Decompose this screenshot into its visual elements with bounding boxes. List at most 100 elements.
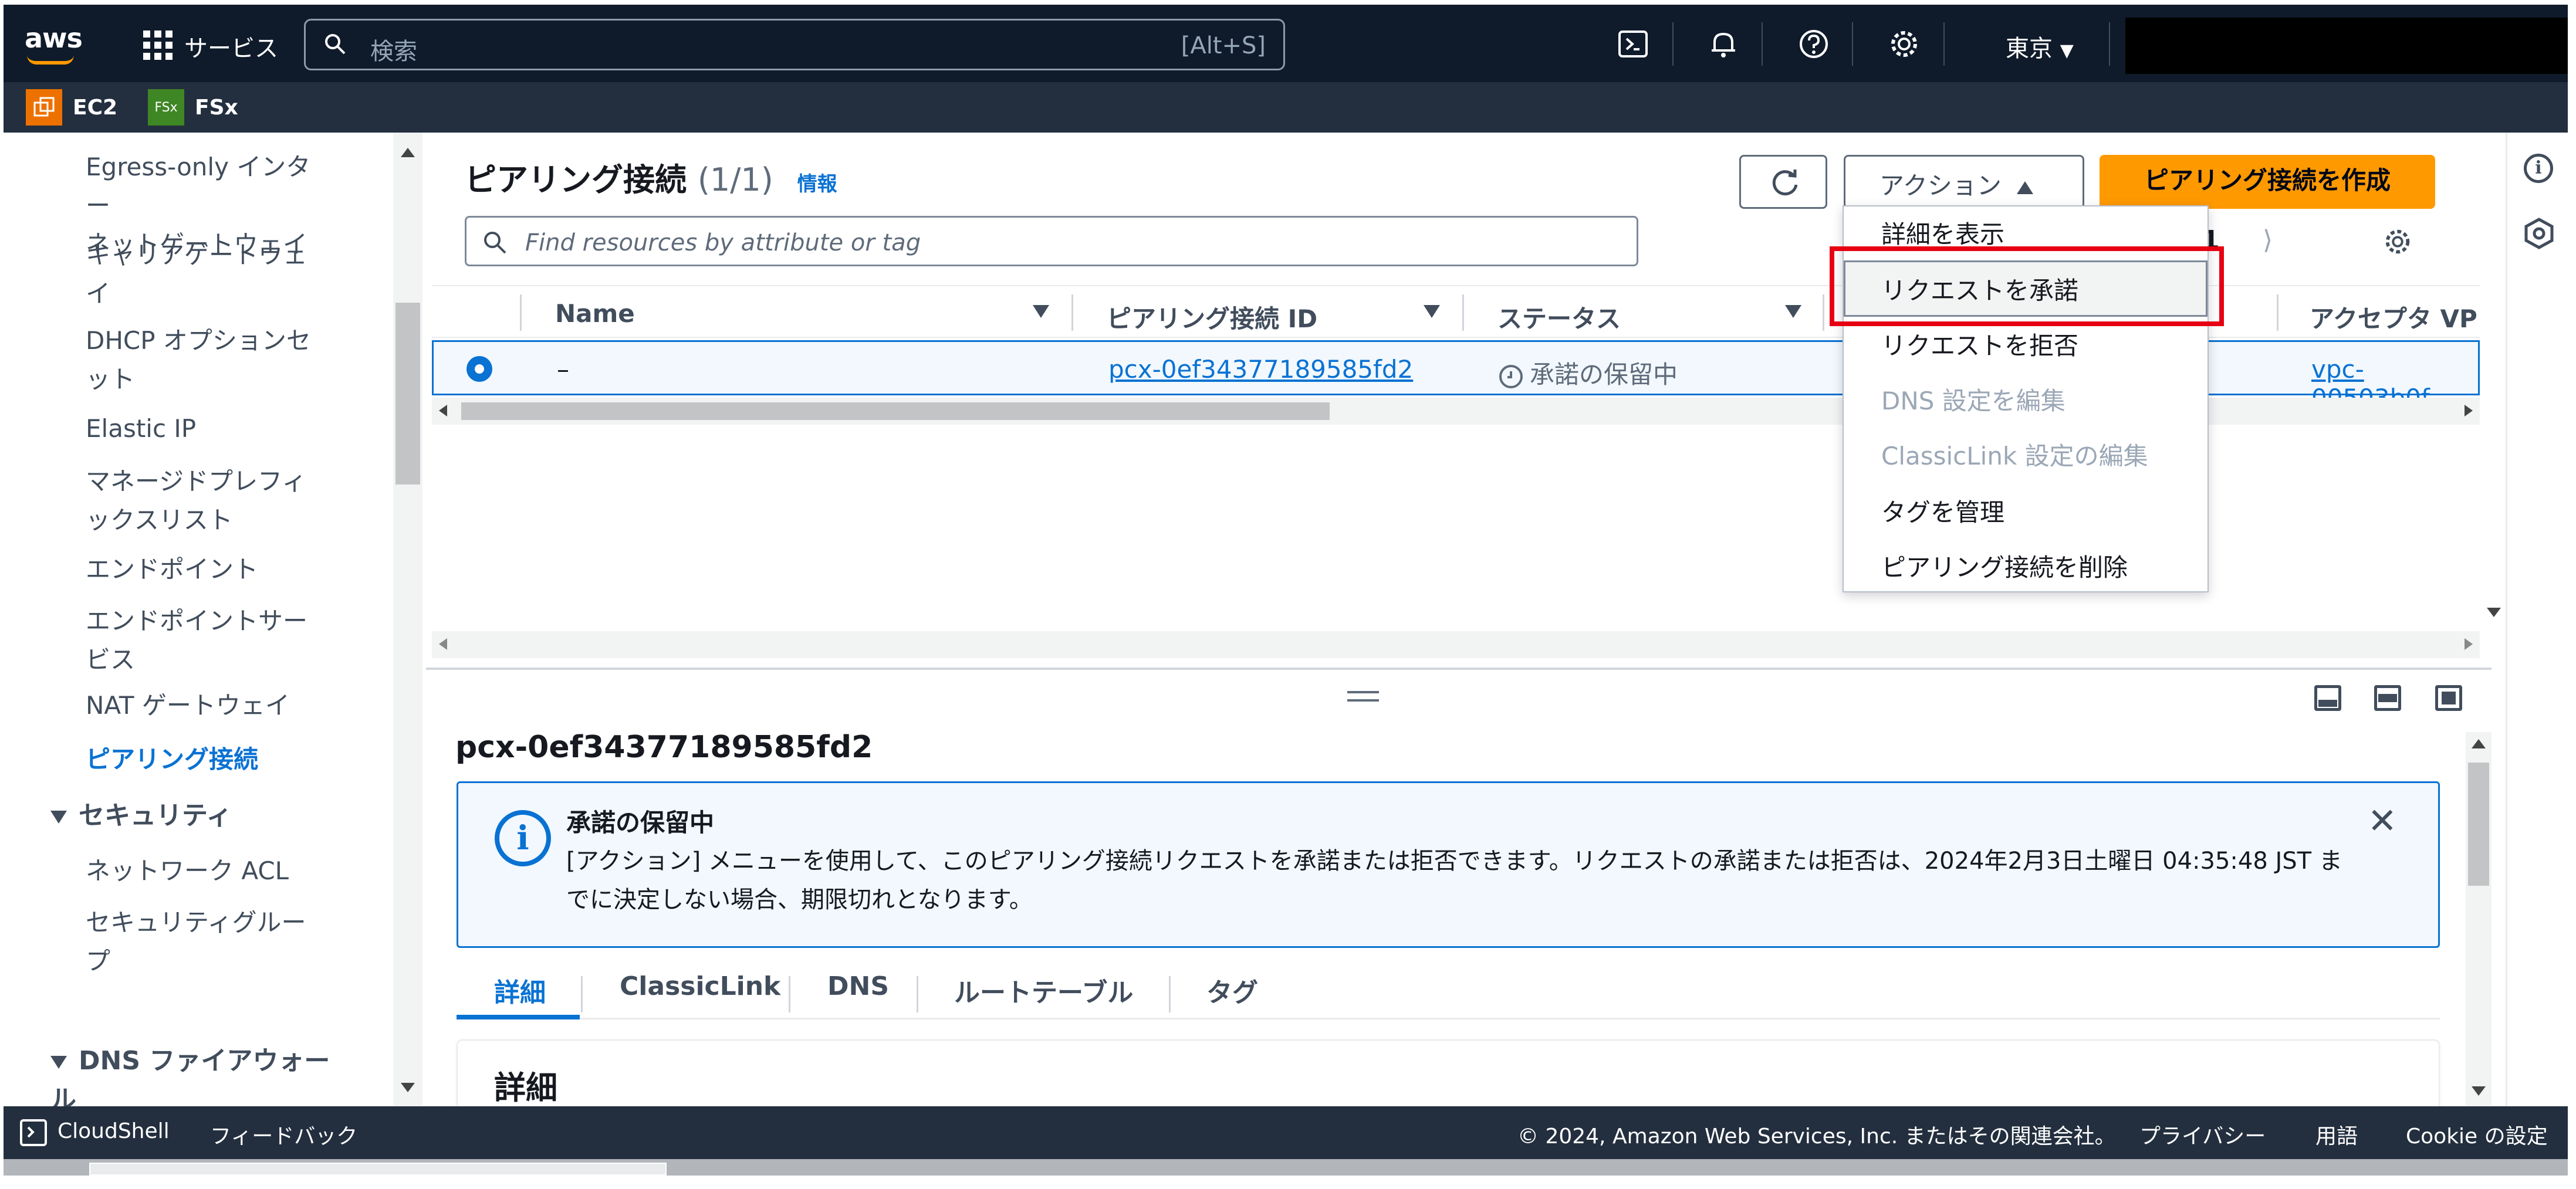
detail-tabs: 詳細 ClassicLink DNS ルートテーブル タグ bbox=[457, 955, 2440, 1019]
sidebar-item-endpoints[interactable]: エンドポイント bbox=[86, 550, 332, 589]
panel-bottom-icon[interactable] bbox=[2314, 685, 2341, 711]
footer-terms-link[interactable]: 用語 bbox=[2315, 1119, 2358, 1150]
menu-item-edit-classiclink-settings: ClassicLink 設定の編集 bbox=[1881, 442, 2148, 470]
actions-label: アクション bbox=[1879, 171, 2002, 200]
scroll-down-icon[interactable] bbox=[2487, 608, 2501, 617]
column-divider[interactable] bbox=[1823, 294, 1824, 331]
scrollbar-thumb[interactable] bbox=[2468, 763, 2489, 886]
sort-icon[interactable] bbox=[1033, 305, 1049, 318]
next-page-icon[interactable]: ⟩ bbox=[2263, 225, 2273, 255]
scroll-right-icon[interactable] bbox=[2465, 638, 2473, 650]
footer-cloudshell-link[interactable]: CloudShell bbox=[58, 1119, 170, 1143]
search-shortcut: [Alt+S] bbox=[1181, 32, 1266, 59]
column-header-name[interactable]: Name bbox=[555, 299, 635, 328]
sidebar-item-elastic-ip[interactable]: Elastic IP bbox=[86, 409, 332, 448]
sidebar-item-dhcp-options[interactable]: DHCP オプションセ ット bbox=[86, 321, 332, 399]
panel-hide-icon[interactable] bbox=[2435, 685, 2462, 711]
drag-handle-icon[interactable] bbox=[1347, 691, 1379, 702]
footer-cookie-link[interactable]: Cookie の設定 bbox=[2406, 1119, 2548, 1150]
close-icon[interactable]: ✕ bbox=[2368, 801, 2397, 842]
scroll-down-icon[interactable] bbox=[401, 1083, 415, 1092]
details-section-header: 詳細 bbox=[494, 1069, 557, 1106]
column-header-peering-id[interactable]: ピアリング接続 ID bbox=[1107, 299, 1317, 335]
services-menu-label[interactable]: サービス bbox=[184, 29, 278, 63]
footer-feedback-link[interactable]: フィードバック bbox=[210, 1119, 357, 1150]
filter-placeholder: Find resources by attribute or tag bbox=[525, 229, 921, 256]
nav-divider bbox=[1943, 22, 1945, 66]
favorites-bar bbox=[4, 82, 2568, 133]
settings-icon[interactable] bbox=[1887, 27, 1921, 61]
sidebar-scrollbar[interactable] bbox=[393, 133, 422, 1106]
sidebar-item-nat-gateways[interactable]: NAT ゲートウェイ bbox=[86, 686, 332, 725]
cloudshell-icon[interactable] bbox=[20, 1119, 47, 1146]
sidebar-item-carrier-gateway[interactable]: キャリアゲートウェ イ bbox=[86, 236, 332, 313]
scroll-left-icon[interactable] bbox=[439, 405, 447, 416]
tab-details[interactable]: 詳細 bbox=[494, 971, 546, 1009]
create-peering-connection-button[interactable]: ピアリング接続を作成 bbox=[2100, 155, 2435, 209]
favorite-fsx[interactable]: FSx FSx bbox=[148, 88, 238, 127]
footer-privacy-link[interactable]: プライバシー bbox=[2139, 1119, 2266, 1150]
sidebar-section-security[interactable]: セキュリティ bbox=[50, 797, 232, 835]
scroll-up-icon[interactable] bbox=[2472, 739, 2486, 748]
scrollbar-thumb[interactable] bbox=[461, 402, 1330, 420]
info-link[interactable]: 情報 bbox=[797, 172, 837, 196]
sidebar-item-endpoint-services[interactable]: エンドポイントサー ビス bbox=[86, 602, 332, 679]
sort-icon[interactable] bbox=[1424, 305, 1440, 318]
aws-logo[interactable]: aws bbox=[25, 22, 83, 54]
scrollbar-thumb[interactable] bbox=[395, 303, 420, 485]
taskbar-window bbox=[89, 1163, 667, 1176]
column-divider bbox=[520, 294, 522, 331]
nav-divider bbox=[1852, 22, 1853, 66]
region-selector[interactable]: 東京 ▼ bbox=[2006, 29, 2074, 63]
search-icon bbox=[484, 232, 506, 254]
menu-item-reject-request[interactable]: リクエストを拒否 bbox=[1881, 326, 2078, 362]
clock-icon bbox=[1499, 364, 1523, 388]
column-header-status[interactable]: ステータス bbox=[1497, 299, 1621, 335]
security-panel-icon[interactable] bbox=[2523, 217, 2555, 250]
sidebar-item-network-acl[interactable]: ネットワーク ACL bbox=[86, 852, 332, 890]
cell-peering-id-link[interactable]: pcx-0ef34377189585fd2 bbox=[1108, 355, 1413, 384]
status-text: 承諾の保留中 bbox=[1530, 360, 1678, 389]
cloudshell-icon[interactable] bbox=[1616, 27, 1650, 61]
global-search-input[interactable]: 検索 [Alt+S] bbox=[304, 19, 1285, 70]
tab-classiclink[interactable]: ClassicLink bbox=[620, 971, 780, 1001]
column-divider[interactable] bbox=[1071, 294, 1073, 331]
scroll-right-icon[interactable] bbox=[2465, 405, 2473, 416]
account-menu-redacted[interactable] bbox=[2125, 18, 2568, 74]
services-grid-icon[interactable] bbox=[143, 31, 173, 60]
info-panel-icon[interactable]: i bbox=[2524, 154, 2553, 183]
tab-route-tables[interactable]: ルートテーブル bbox=[954, 971, 1133, 1009]
actions-button[interactable]: アクション bbox=[1844, 155, 2084, 209]
selection-count: (1/1) bbox=[697, 161, 773, 198]
refresh-button[interactable] bbox=[1739, 155, 1827, 209]
menu-item-manage-tags[interactable]: タグを管理 bbox=[1881, 493, 2004, 529]
menu-item-view-details[interactable]: 詳細を表示 bbox=[1881, 215, 2004, 250]
alert-title: 承諾の保留中 bbox=[566, 808, 715, 837]
column-divider[interactable] bbox=[1462, 294, 1464, 331]
tab-tags[interactable]: タグ bbox=[1206, 971, 1258, 1009]
sidebar-section-dns-firewall[interactable]: DNS ファイアウォー ル bbox=[50, 1003, 330, 1106]
annotation-highlight-box bbox=[1830, 246, 2224, 326]
detail-panel-scrollbar[interactable] bbox=[2466, 732, 2492, 1107]
help-icon[interactable] bbox=[1797, 27, 1831, 61]
scroll-down-icon[interactable] bbox=[2472, 1086, 2486, 1096]
panel-horizontal-scrollbar[interactable] bbox=[432, 631, 2480, 658]
sidebar-item-security-groups[interactable]: セキュリティグルー プ bbox=[86, 903, 332, 981]
scroll-left-icon[interactable] bbox=[439, 638, 447, 650]
row-radio-selected[interactable] bbox=[466, 356, 492, 382]
sidebar-item-peering-connections[interactable]: ピアリング接続 bbox=[86, 740, 332, 779]
column-header-accepter-vpc[interactable]: アクセプタ VP bbox=[2310, 299, 2477, 335]
search-icon bbox=[325, 34, 346, 55]
scroll-up-icon[interactable] bbox=[401, 148, 415, 157]
tab-dns[interactable]: DNS bbox=[827, 971, 889, 1001]
bell-icon[interactable] bbox=[1706, 27, 1740, 61]
panel-side-icon[interactable] bbox=[2374, 685, 2401, 711]
sort-icon[interactable] bbox=[1785, 305, 1801, 318]
table-preferences-icon[interactable] bbox=[2381, 225, 2414, 258]
column-divider[interactable] bbox=[2277, 294, 2278, 331]
favorite-ec2[interactable]: EC2 bbox=[26, 88, 117, 127]
resource-filter-input[interactable]: Find resources by attribute or tag bbox=[465, 216, 1638, 266]
menu-item-delete-peering-connection[interactable]: ピアリング接続を削除 bbox=[1881, 548, 2128, 584]
split-panel-divider[interactable] bbox=[426, 668, 2492, 670]
sidebar-item-managed-prefix-lists[interactable]: マネージドプレフィ ックスリスト bbox=[86, 462, 332, 540]
